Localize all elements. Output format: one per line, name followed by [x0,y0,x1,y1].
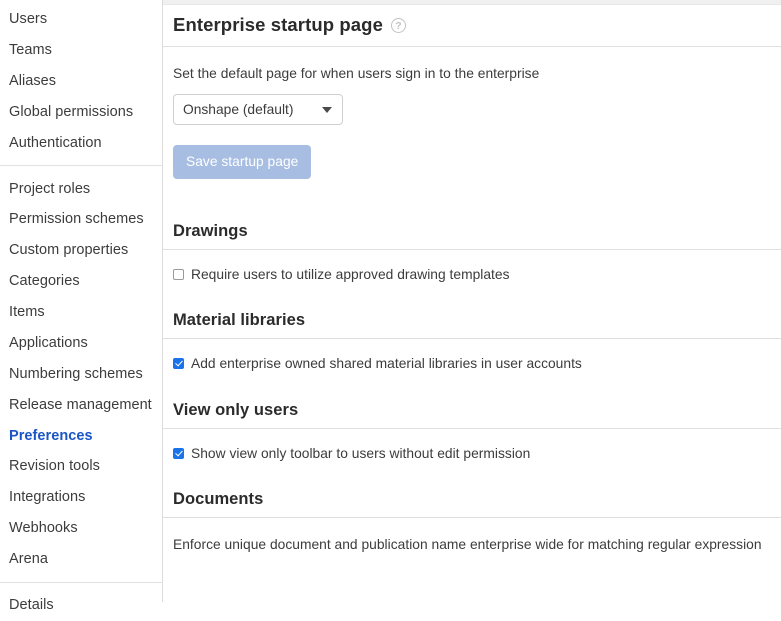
sidebar-item-teams[interactable]: Teams [0,35,162,66]
startup-page-select-value: Onshape (default) [183,102,294,117]
settings-sidebar: Users Teams Aliases Global permissions A… [0,0,163,612]
sidebar-item-aliases[interactable]: Aliases [0,66,162,97]
sidebar-item-integrations[interactable]: Integrations [0,482,162,513]
view-only-users-checkbox-row[interactable]: Show view only toolbar to users without … [163,429,781,461]
section-heading-view-only-users: View only users [173,401,299,419]
sidebar-item-numbering-schemes[interactable]: Numbering schemes [0,359,162,390]
documents-description: Enforce unique document and publication … [173,537,762,552]
sidebar-item-preferences[interactable]: Preferences [0,420,162,451]
material-libraries-checkbox-row[interactable]: Add enterprise owned shared material lib… [163,339,781,371]
checkbox-require-approved-drawing-templates[interactable] [173,269,184,280]
section-heading-material-libraries: Material libraries [173,311,306,329]
checkbox-label-require-approved-drawing-templates[interactable]: Require users to utilize approved drawin… [191,267,510,282]
sidebar-divider-1 [0,165,162,167]
section-heading-documents: Documents [173,490,264,508]
sidebar-item-permission-schemes[interactable]: Permission schemes [0,204,162,235]
question-mark-circle-icon[interactable]: ? [390,17,406,33]
sidebar-group-configuration: Project roles Permission schemes Custom … [0,173,162,574]
sidebar-item-custom-properties[interactable]: Custom properties [0,235,162,266]
sidebar-item-release-management[interactable]: Release management [0,390,162,421]
save-startup-page-button[interactable]: Save startup page [173,145,312,179]
checkbox-label-add-shared-material-libraries[interactable]: Add enterprise owned shared material lib… [191,356,582,371]
sidebar-item-project-roles[interactable]: Project roles [0,173,162,204]
drawings-checkbox-row[interactable]: Require users to utilize approved drawin… [163,250,781,282]
chevron-down-icon [322,106,332,113]
sidebar-item-global-permissions[interactable]: Global permissions [0,97,162,128]
section-heading-drawings: Drawings [173,222,248,240]
sidebar-item-applications[interactable]: Applications [0,328,162,359]
startup-page-section: Set the default page for when users sign… [163,47,781,179]
sidebar-item-revision-tools[interactable]: Revision tools [0,451,162,482]
startup-page-select-wrapper: Onshape (default) [173,94,343,125]
sidebar-group-details: Details [0,590,162,621]
checkbox-add-shared-material-libraries[interactable] [173,358,184,369]
sidebar-item-users[interactable]: Users [0,4,162,35]
startup-page-select[interactable]: Onshape (default) [173,94,343,125]
sidebar-item-arena[interactable]: Arena [0,544,162,575]
preferences-page: Users Teams Aliases Global permissions A… [0,0,781,612]
checkbox-label-show-view-only-toolbar[interactable]: Show view only toolbar to users without … [191,446,530,461]
preferences-content: Enterprise startup page ? Set the defaul… [163,0,781,602]
sidebar-item-webhooks[interactable]: Webhooks [0,513,162,544]
sidebar-item-categories[interactable]: Categories [0,266,162,297]
save-startup-page-row: Save startup page [173,125,781,179]
page-title: Enterprise startup page [173,14,383,35]
page-title-row: Enterprise startup page ? [163,5,781,46]
sidebar-divider-2 [0,581,162,583]
sidebar-group-enterprise: Users Teams Aliases Global permissions A… [0,4,162,158]
sidebar-item-details[interactable]: Details [0,590,162,621]
checkbox-show-view-only-toolbar[interactable] [173,448,184,459]
sidebar-item-authentication[interactable]: Authentication [0,128,162,159]
sidebar-item-items[interactable]: Items [0,297,162,328]
startup-page-description: Set the default page for when users sign… [173,66,540,81]
